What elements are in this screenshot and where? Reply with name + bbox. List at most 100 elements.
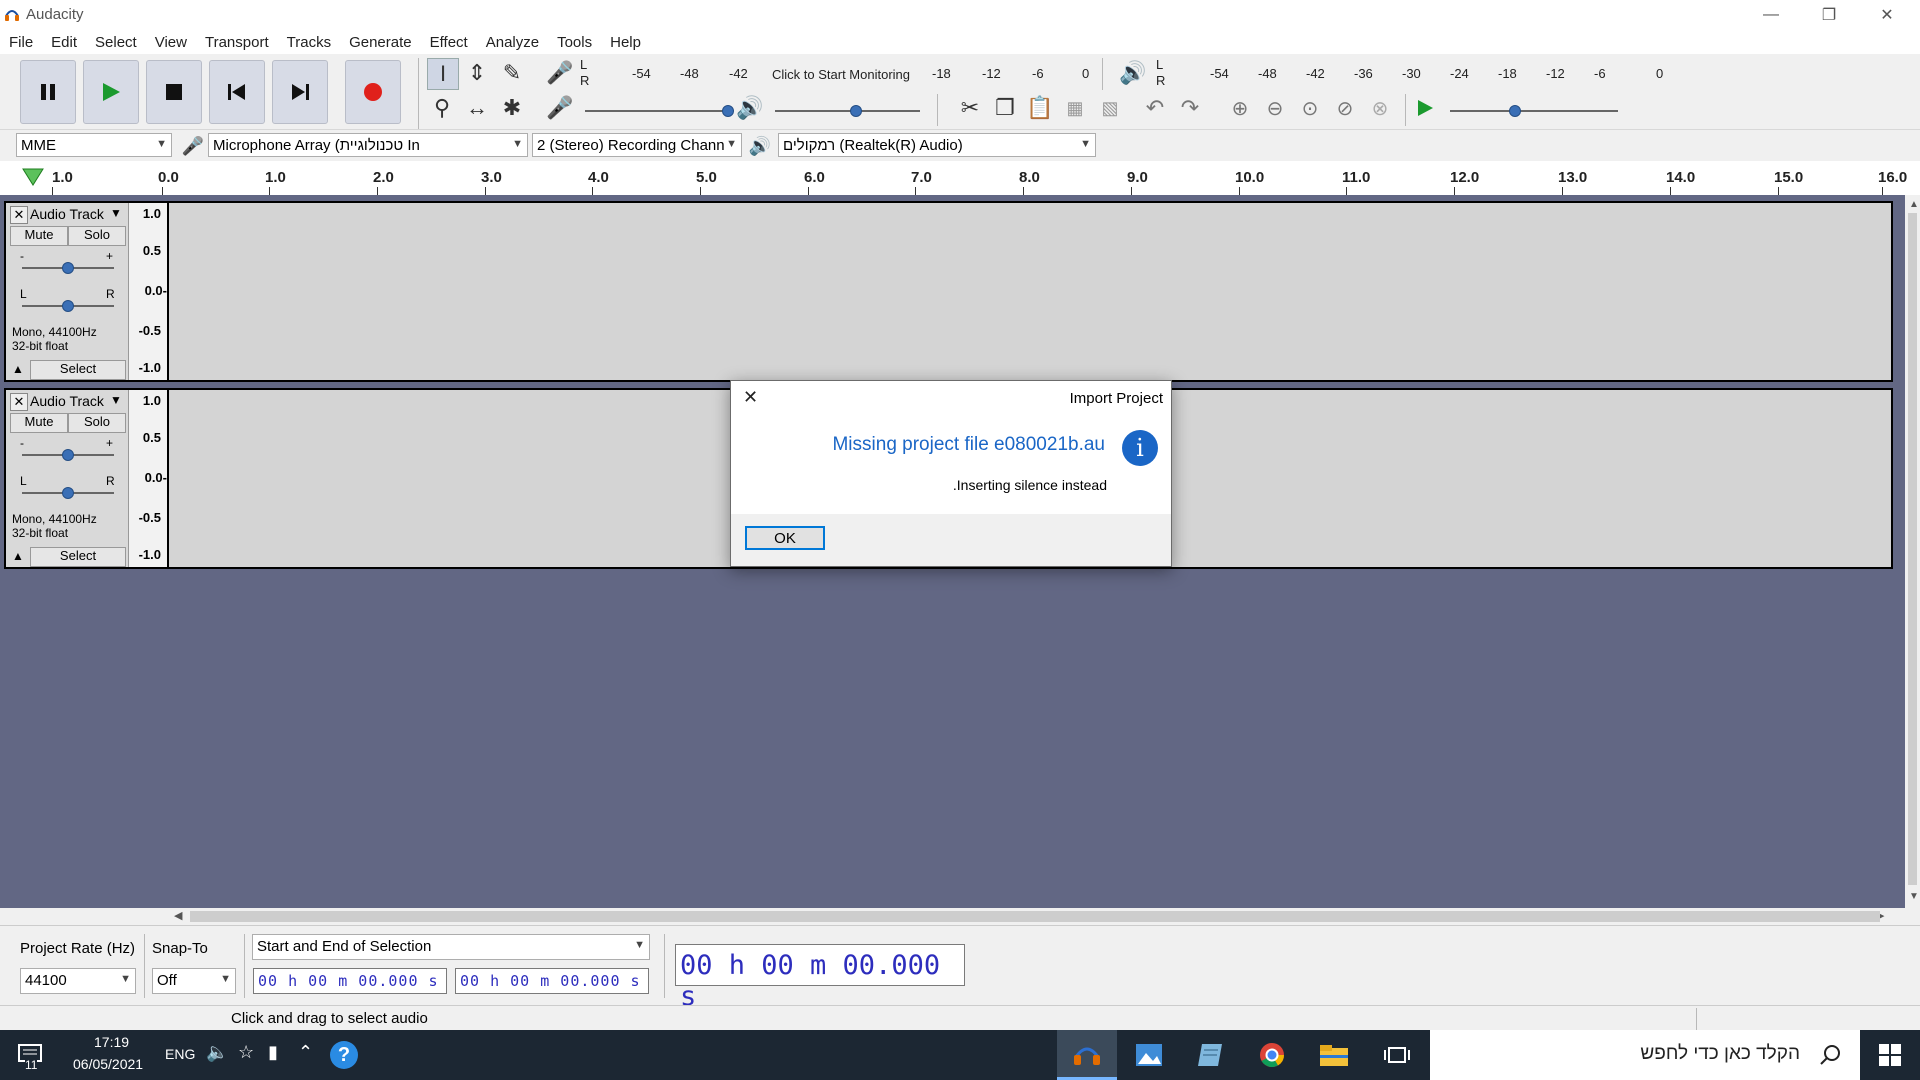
gain-knob[interactable]	[62, 262, 74, 274]
paste-icon[interactable]: 📋	[1025, 93, 1055, 123]
fit-selection-icon[interactable]: ⊙	[1295, 93, 1325, 123]
language-indicator[interactable]: ENG	[165, 1046, 195, 1062]
menu-generate[interactable]: Generate	[340, 34, 421, 51]
multi-tool-icon[interactable]: ✱	[497, 93, 527, 123]
menu-tools[interactable]: Tools	[548, 34, 601, 51]
menu-transport[interactable]: Transport	[196, 34, 278, 51]
task-view-button[interactable]	[1367, 1030, 1427, 1080]
fit-project-icon[interactable]: ⊘	[1330, 93, 1360, 123]
scroll-left-icon[interactable]: ◀	[174, 909, 182, 922]
microphone-icon[interactable]: 🎤	[545, 58, 575, 88]
track-select-button[interactable]: Select	[30, 547, 126, 567]
play-speed-slider[interactable]	[1450, 110, 1618, 112]
selection-start-time[interactable]: 00 h 00 m 00.000 s	[253, 968, 447, 994]
mute-button[interactable]: Mute	[10, 413, 68, 433]
clock-date[interactable]: 06/05/2021	[73, 1056, 143, 1072]
envelope-tool-icon[interactable]: ⇕	[462, 58, 492, 88]
vertical-scrollbar[interactable]: ▲ ▼	[1905, 195, 1920, 908]
selection-tool-icon[interactable]: I	[427, 58, 459, 90]
mute-button[interactable]: Mute	[10, 226, 68, 246]
menu-analyze[interactable]: Analyze	[477, 34, 548, 51]
taskbar-audacity[interactable]	[1057, 1030, 1117, 1080]
solo-button[interactable]: Solo	[68, 413, 126, 433]
taskbar-search-box[interactable]: הקלד כאן כדי לחפש	[1430, 1030, 1860, 1080]
taskbar-chrome[interactable]	[1242, 1030, 1302, 1080]
snap-to-dropdown[interactable]: Off ▼	[152, 968, 236, 994]
play-button[interactable]	[83, 60, 139, 124]
time-shift-tool-icon[interactable]: ↔	[462, 93, 492, 123]
scroll-up-icon[interactable]: ▲	[1909, 199, 1919, 210]
restore-button[interactable]: ❐	[1800, 0, 1858, 30]
pan-knob[interactable]	[62, 487, 74, 499]
trim-icon[interactable]: ▦	[1060, 93, 1090, 123]
selection-mode-dropdown[interactable]: Start and End of Selection ▼	[252, 934, 650, 960]
taskbar-photos[interactable]	[1119, 1030, 1179, 1080]
track-name[interactable]: Audio Track	[30, 206, 104, 222]
menu-file[interactable]: File	[0, 34, 42, 51]
playback-device-dropdown[interactable]: רמקולים (Realtek(R) Audio) ▼	[778, 133, 1096, 157]
audio-host-dropdown[interactable]: MME ▼	[16, 133, 172, 157]
zoom-toggle-icon[interactable]: ⊗	[1365, 93, 1395, 123]
dialog-close-icon[interactable]: ✕	[743, 387, 758, 408]
play-speed-knob[interactable]	[1508, 105, 1521, 117]
menu-tracks[interactable]: Tracks	[278, 34, 340, 51]
menu-edit[interactable]: Edit	[42, 34, 86, 51]
track-menu-chevron-down-icon[interactable]: ▼	[110, 393, 122, 407]
track-select-button[interactable]: Select	[30, 360, 126, 380]
selection-end-time[interactable]: 00 h 00 m 00.000 s	[455, 968, 649, 994]
zoom-out-icon[interactable]: ⊖	[1260, 93, 1290, 123]
zoom-in-icon[interactable]: ⊕	[1225, 93, 1255, 123]
track-collapse-icon[interactable]: ▲	[12, 549, 24, 563]
gain-knob[interactable]	[62, 449, 74, 461]
speaker-icon[interactable]: 🔊	[1118, 58, 1148, 88]
skip-to-end-button[interactable]	[272, 60, 328, 124]
help-icon[interactable]: ?	[330, 1041, 358, 1069]
track-collapse-icon[interactable]: ▲	[12, 362, 24, 376]
track-close-icon[interactable]: ✕	[10, 393, 28, 411]
pan-knob[interactable]	[62, 300, 74, 312]
horizontal-scroll-thumb[interactable]	[190, 911, 1880, 922]
click-to-start-monitoring[interactable]: Click to Start Monitoring	[772, 67, 910, 82]
record-volume-slider[interactable]	[585, 110, 730, 112]
track-name[interactable]: Audio Track	[30, 393, 104, 409]
recording-device-dropdown[interactable]: Microphone Array (טכנולוגיית In ▼	[208, 133, 528, 157]
start-button[interactable]	[1860, 1030, 1920, 1080]
track-waveform-area[interactable]	[169, 203, 1891, 380]
track-vertical-scale[interactable]: 1.0 0.5 0.0- -0.5 -1.0	[129, 203, 169, 380]
zoom-tool-icon[interactable]: ⚲	[427, 93, 457, 123]
project-rate-dropdown[interactable]: 44100 ▼	[20, 968, 136, 994]
battery-tray-icon[interactable]: ▮	[268, 1042, 278, 1063]
draw-tool-icon[interactable]: ✎	[497, 58, 527, 88]
vertical-scroll-thumb[interactable]	[1908, 213, 1917, 885]
silence-icon[interactable]: ▧	[1095, 93, 1125, 123]
track-menu-chevron-down-icon[interactable]: ▼	[110, 206, 122, 220]
minimize-button[interactable]: —	[1742, 0, 1800, 30]
taskbar-notepad[interactable]	[1180, 1030, 1240, 1080]
taskbar-file-explorer[interactable]	[1304, 1030, 1364, 1080]
chevron-up-icon[interactable]: ⌃	[298, 1042, 313, 1063]
cut-icon[interactable]: ✂	[955, 93, 985, 123]
play-meter[interactable]: -54 -48 -42 -36 -30 -24 -18 -12 -6 0	[1170, 60, 1670, 84]
stop-button[interactable]	[146, 60, 202, 124]
playback-volume-knob[interactable]	[849, 105, 862, 117]
audio-track[interactable]: ✕ Audio Track ▼ Mute Solo - + L R Mono, …	[4, 201, 1893, 382]
wifi-tray-icon[interactable]: ☆	[238, 1042, 254, 1063]
menu-effect[interactable]: Effect	[421, 34, 477, 51]
copy-icon[interactable]: ❐	[990, 93, 1020, 123]
menu-view[interactable]: View	[146, 34, 196, 51]
menu-select[interactable]: Select	[86, 34, 146, 51]
close-window-button[interactable]: ✕	[1858, 0, 1916, 30]
pause-button[interactable]	[20, 60, 76, 124]
scroll-down-icon[interactable]: ▼	[1909, 891, 1919, 902]
undo-icon[interactable]: ↶	[1140, 93, 1170, 123]
volume-tray-icon[interactable]: 🔈	[206, 1042, 228, 1063]
timeline-ruler[interactable]: 1.0 0.0 1.0 2.0 3.0 4.0 5.0 6.0 7.0 8.0 9.0 10.0 11.…	[0, 161, 1920, 196]
playback-volume-slider[interactable]	[775, 110, 920, 112]
recording-channels-dropdown[interactable]: 2 (Stereo) Recording Chann ▼	[532, 133, 742, 157]
record-volume-knob[interactable]	[722, 105, 735, 117]
track-close-icon[interactable]: ✕	[10, 206, 28, 224]
menu-help[interactable]: Help	[601, 34, 650, 51]
record-button[interactable]	[345, 60, 401, 124]
redo-icon[interactable]: ↷	[1175, 93, 1205, 123]
skip-to-start-button[interactable]	[209, 60, 265, 124]
